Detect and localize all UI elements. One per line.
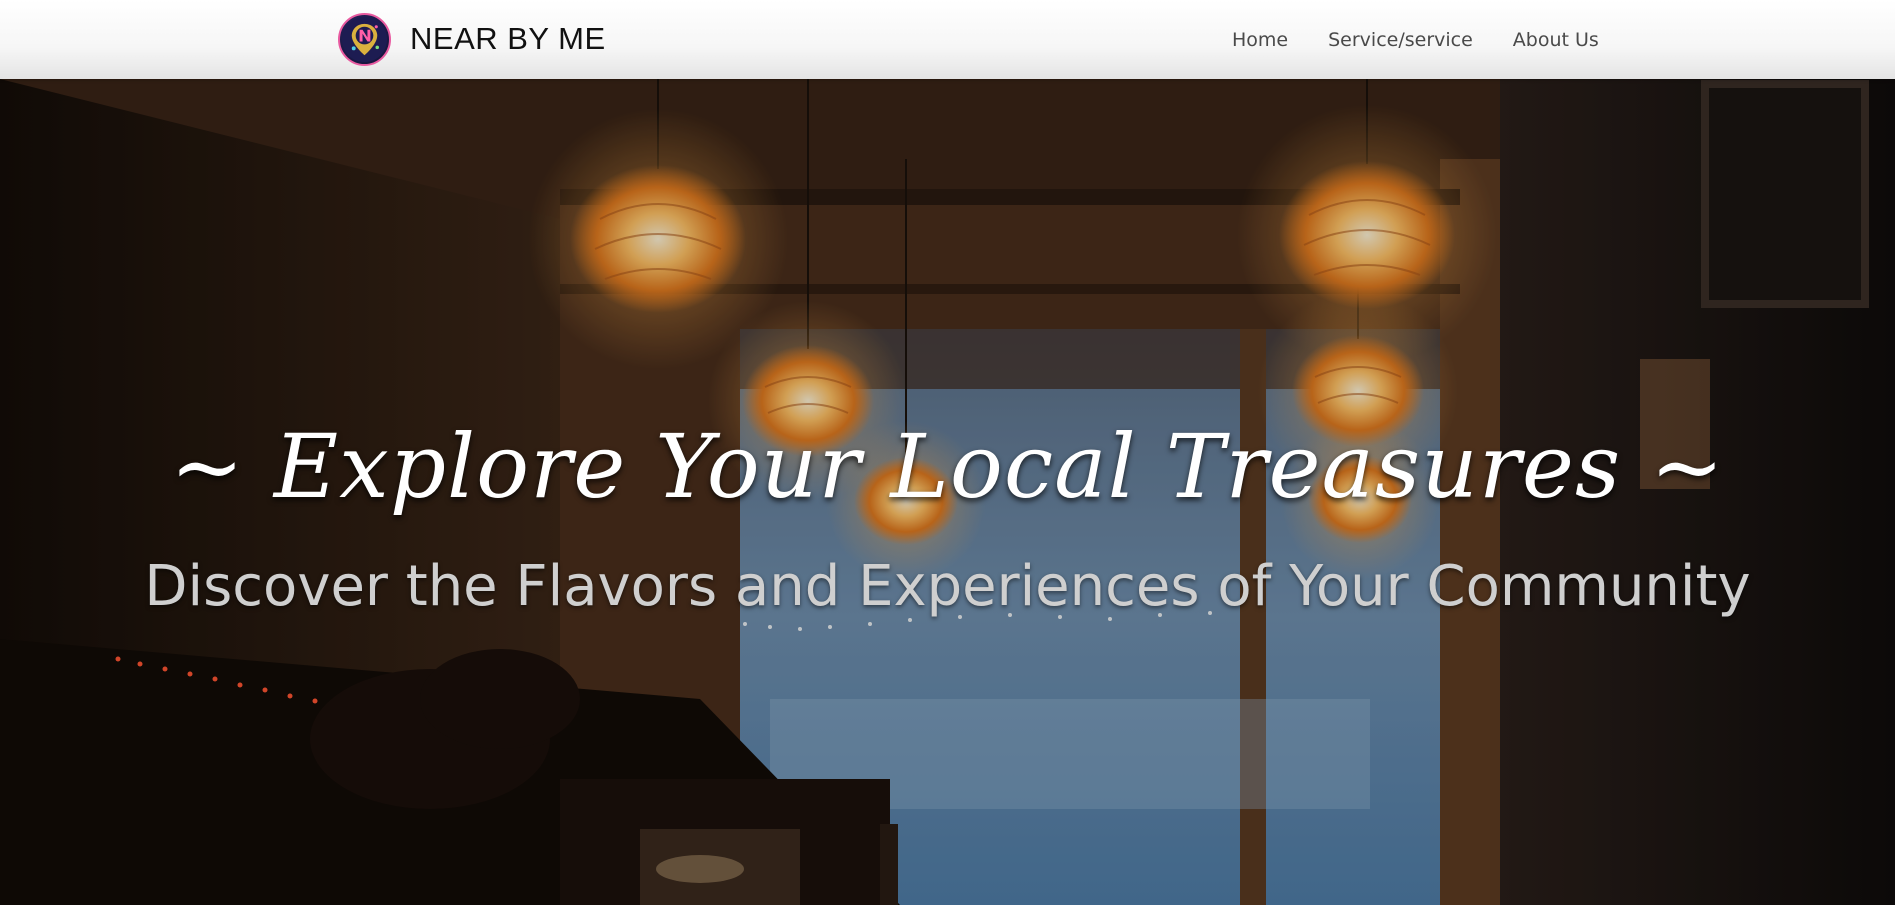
brand-name: NEAR BY ME: [410, 21, 606, 56]
hero-section: ~ Explore Your Local Treasures ~ Discove…: [0, 79, 1895, 905]
nav-link-about-us[interactable]: About Us: [1493, 29, 1619, 51]
hero-title: ~ Explore Your Local Treasures ~: [170, 415, 1725, 518]
nav-link-home[interactable]: Home: [1212, 29, 1308, 51]
main-nav: Home Service/service About Us: [1212, 0, 1619, 79]
nav-link-service[interactable]: Service/service: [1308, 29, 1493, 51]
location-pin-logo-icon: [338, 12, 391, 66]
brand-link[interactable]: NEAR BY ME: [338, 12, 606, 66]
hero-subtitle: Discover the Flavors and Experiences of …: [144, 554, 1751, 619]
navbar: NEAR BY ME Home Service/service About Us: [0, 0, 1895, 79]
